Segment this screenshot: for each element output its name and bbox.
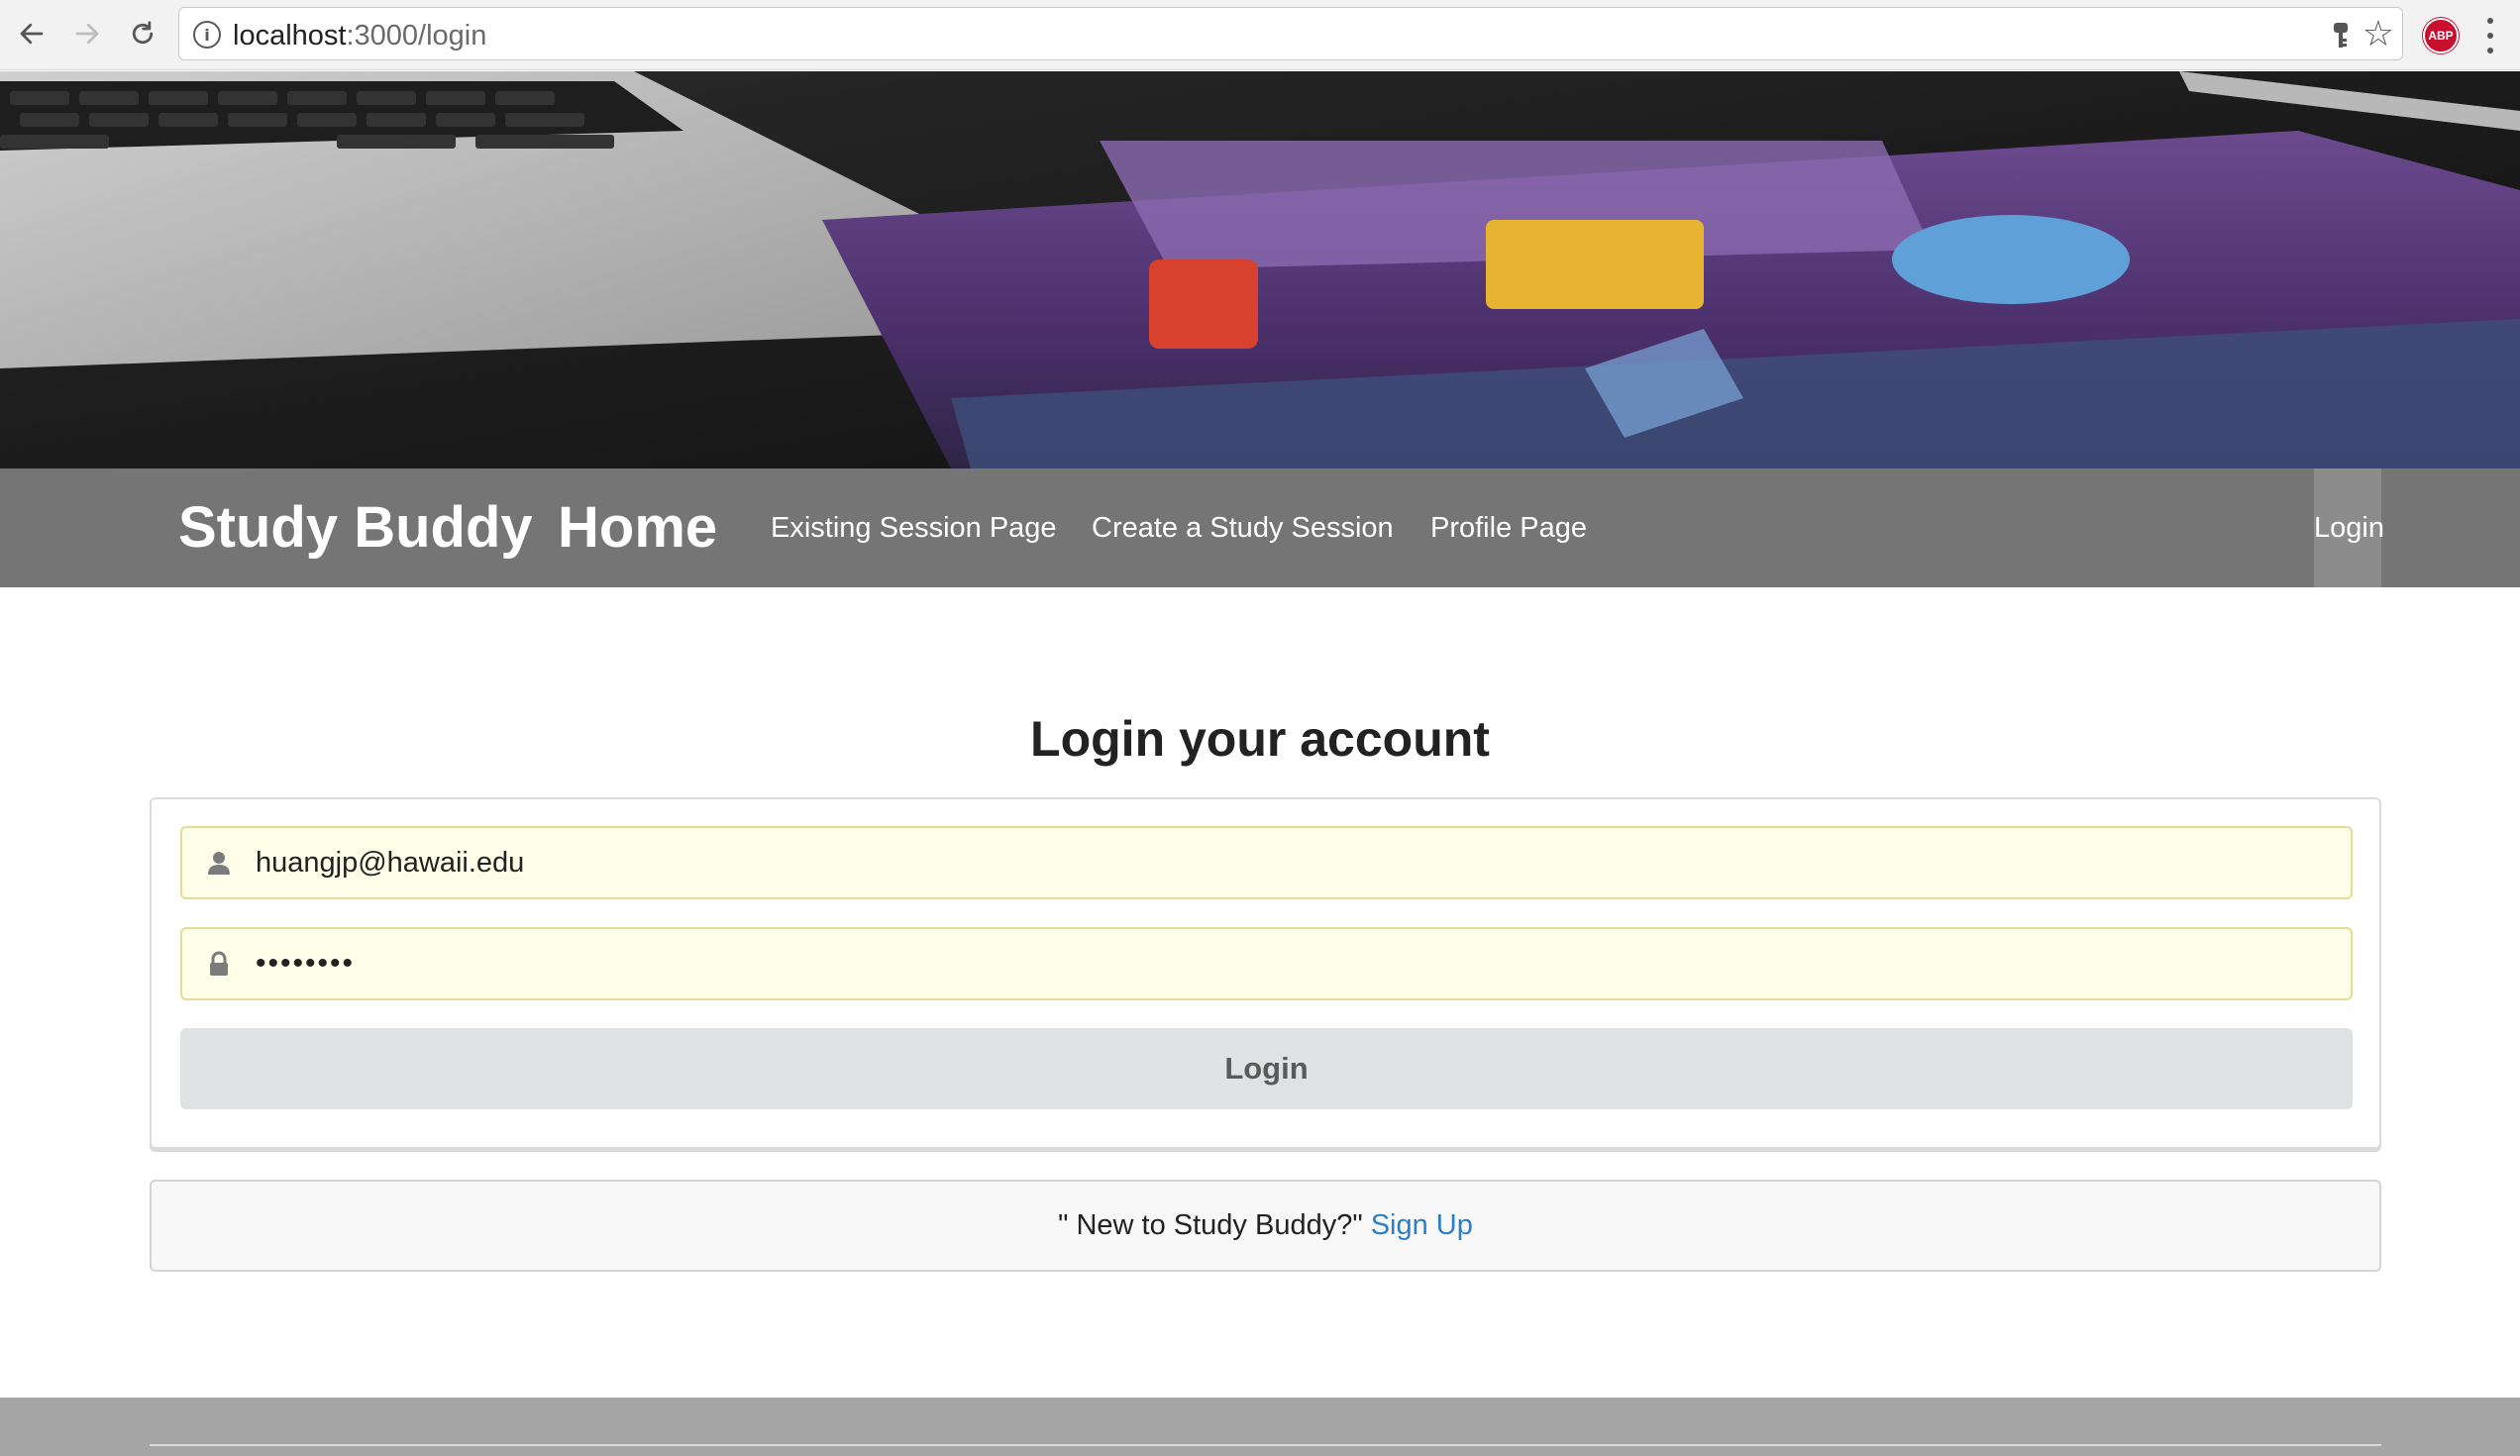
key-icon[interactable]: [2331, 21, 2351, 51]
nav-login[interactable]: Login: [2314, 468, 2384, 587]
nav-home[interactable]: Home: [558, 468, 717, 587]
top-navbar: Study Buddy Home Existing Session Page C…: [0, 468, 2520, 587]
forward-arrow-icon[interactable]: [67, 14, 107, 53]
email-field[interactable]: huangjp@hawaii.edu: [180, 826, 2353, 899]
nav-create-session[interactable]: Create a Study Session: [1092, 468, 1394, 587]
url-path: :3000/login: [346, 20, 487, 52]
login-submit-button[interactable]: Login: [180, 1028, 2353, 1109]
footer: [0, 1398, 2520, 1456]
nav-profile[interactable]: Profile Page: [1430, 468, 1587, 587]
adblock-label: ABP: [2428, 29, 2454, 43]
password-field[interactable]: ••••••••: [180, 927, 2353, 1000]
user-icon: [208, 852, 230, 875]
signup-link[interactable]: Sign Up: [1371, 1209, 1473, 1241]
footer-divider: [150, 1444, 2381, 1446]
browser-toolbar: i localhost:3000/login ☆ ABP: [0, 0, 2520, 70]
email-value: huangjp@hawaii.edu: [256, 847, 525, 879]
url-text[interactable]: localhost:3000/login: [233, 20, 486, 52]
lock-icon: [210, 951, 228, 976]
reload-icon[interactable]: [123, 14, 162, 53]
info-icon[interactable]: i: [193, 21, 221, 49]
star-icon[interactable]: ☆: [2362, 16, 2394, 53]
password-value: ••••••••: [256, 947, 356, 980]
url-host: localhost: [233, 20, 347, 52]
signup-prompt: " New to Study Buddy?": [1058, 1209, 1363, 1241]
signup-message: " New to Study Buddy?" Sign Up: [150, 1180, 2381, 1272]
login-form: huangjp@hawaii.edu •••••••• Login: [150, 797, 2381, 1149]
menu-kebab-icon[interactable]: [2484, 18, 2496, 53]
back-arrow-icon[interactable]: [12, 14, 52, 53]
hero-banner-image: [0, 71, 2520, 468]
adblock-icon[interactable]: ABP: [2423, 18, 2459, 53]
brand-logo[interactable]: Study Buddy: [178, 468, 533, 587]
page-title: Login your account: [1030, 711, 1490, 767]
nav-existing-session[interactable]: Existing Session Page: [771, 468, 1057, 587]
address-bar[interactable]: i localhost:3000/login ☆: [178, 7, 2403, 60]
